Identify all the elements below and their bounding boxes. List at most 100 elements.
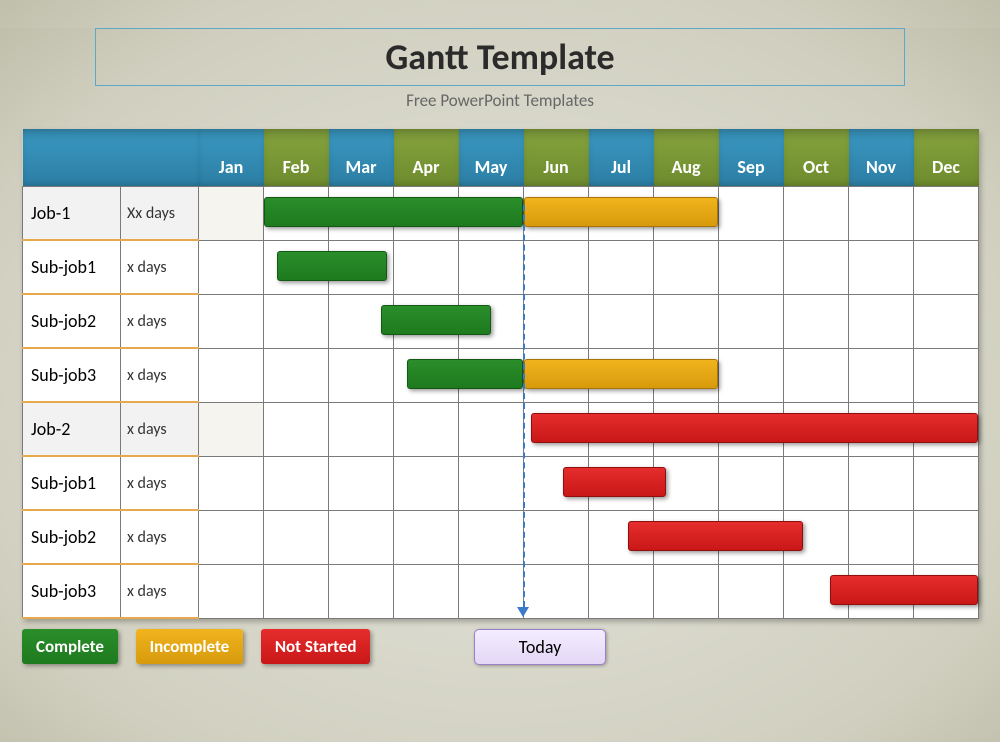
table-row: Sub-job1x days xyxy=(23,240,979,294)
grid-cell xyxy=(394,294,459,348)
grid-cell xyxy=(199,348,264,402)
grid-cell xyxy=(719,402,784,456)
grid-cell xyxy=(264,348,329,402)
grid-cell xyxy=(394,402,459,456)
col-aug: Aug xyxy=(654,129,719,187)
grid-cell xyxy=(199,294,264,348)
row-label: Sub-job1 xyxy=(23,240,121,294)
grid-cell xyxy=(264,187,329,241)
grid-cell xyxy=(199,187,264,241)
col-may: May xyxy=(459,129,524,187)
row-label: Job-1 xyxy=(23,187,121,241)
grid-cell xyxy=(914,187,979,241)
grid-cell xyxy=(459,187,524,241)
grid-cell xyxy=(849,564,914,618)
grid-cell xyxy=(784,402,849,456)
grid-cell xyxy=(524,294,589,348)
grid-cell xyxy=(914,348,979,402)
grid-cell xyxy=(589,402,654,456)
grid-cell xyxy=(459,456,524,510)
grid-cell xyxy=(394,510,459,564)
legend-incomplete: Incomplete xyxy=(136,629,244,664)
col-jan: Jan xyxy=(199,129,264,187)
grid-cell xyxy=(394,564,459,618)
grid-cell xyxy=(914,402,979,456)
grid-cell xyxy=(329,402,394,456)
grid-cell xyxy=(264,402,329,456)
grid-cell xyxy=(524,240,589,294)
grid-cell xyxy=(329,456,394,510)
table-row: Sub-job1x days xyxy=(23,456,979,510)
row-label: Sub-job2 xyxy=(23,294,121,348)
grid-cell xyxy=(589,510,654,564)
grid-cell xyxy=(719,294,784,348)
grid-cell xyxy=(394,348,459,402)
grid-cell xyxy=(914,294,979,348)
row-duration: x days xyxy=(121,240,199,294)
col-dec: Dec xyxy=(914,129,979,187)
col-mar: Mar xyxy=(329,129,394,187)
legend: Complete Incomplete Not Started Today xyxy=(22,629,978,669)
grid-cell xyxy=(784,294,849,348)
grid-cell xyxy=(329,240,394,294)
grid-cell xyxy=(849,240,914,294)
grid-cell xyxy=(589,187,654,241)
header-blank xyxy=(23,129,199,187)
grid-cell xyxy=(264,294,329,348)
grid-cell xyxy=(199,564,264,618)
row-label: Sub-job3 xyxy=(23,348,121,402)
grid-cell xyxy=(914,564,979,618)
grid-cell xyxy=(719,348,784,402)
grid-cell xyxy=(654,294,719,348)
col-sep: Sep xyxy=(719,129,784,187)
grid-cell xyxy=(784,187,849,241)
grid-cell xyxy=(849,294,914,348)
grid-cell xyxy=(589,294,654,348)
table-row: Sub-job2x days xyxy=(23,294,979,348)
grid-cell xyxy=(654,187,719,241)
grid-cell xyxy=(524,402,589,456)
legend-notstarted: Not Started xyxy=(261,629,371,664)
grid-cell xyxy=(719,240,784,294)
header-row: Jan Feb Mar Apr May Jun Jul Aug Sep Oct … xyxy=(23,129,979,187)
col-nov: Nov xyxy=(849,129,914,187)
row-duration: x days xyxy=(121,402,199,456)
gantt-chart: Jan Feb Mar Apr May Jun Jul Aug Sep Oct … xyxy=(22,129,978,619)
grid-cell xyxy=(329,564,394,618)
row-duration: x days xyxy=(121,294,199,348)
grid-cell xyxy=(849,348,914,402)
row-duration: x days xyxy=(121,348,199,402)
grid-cell xyxy=(719,510,784,564)
today-label: Today xyxy=(474,629,606,665)
grid-cell xyxy=(524,187,589,241)
grid-cell xyxy=(459,510,524,564)
grid-cell xyxy=(459,240,524,294)
row-duration: x days xyxy=(121,456,199,510)
grid-cell xyxy=(524,564,589,618)
grid-cell xyxy=(459,564,524,618)
grid-cell xyxy=(589,564,654,618)
grid-cell xyxy=(264,456,329,510)
grid-cell xyxy=(914,240,979,294)
grid-cell xyxy=(654,510,719,564)
grid-cell xyxy=(264,240,329,294)
col-jul: Jul xyxy=(589,129,654,187)
grid-cell xyxy=(199,456,264,510)
grid-cell xyxy=(784,240,849,294)
grid-cell xyxy=(199,402,264,456)
grid-cell xyxy=(199,240,264,294)
grid-cell xyxy=(394,456,459,510)
grid-cell xyxy=(784,456,849,510)
table-row: Sub-job3x days xyxy=(23,564,979,618)
grid-cell xyxy=(849,510,914,564)
row-duration: x days xyxy=(121,510,199,564)
grid-cell xyxy=(589,240,654,294)
grid-cell xyxy=(459,294,524,348)
grid-cell xyxy=(849,402,914,456)
grid-cell xyxy=(914,456,979,510)
table-row: Job-1Xx days xyxy=(23,187,979,241)
table-row: Sub-job3x days xyxy=(23,348,979,402)
row-label: Job-2 xyxy=(23,402,121,456)
grid-cell xyxy=(524,456,589,510)
legend-complete: Complete xyxy=(22,629,118,664)
